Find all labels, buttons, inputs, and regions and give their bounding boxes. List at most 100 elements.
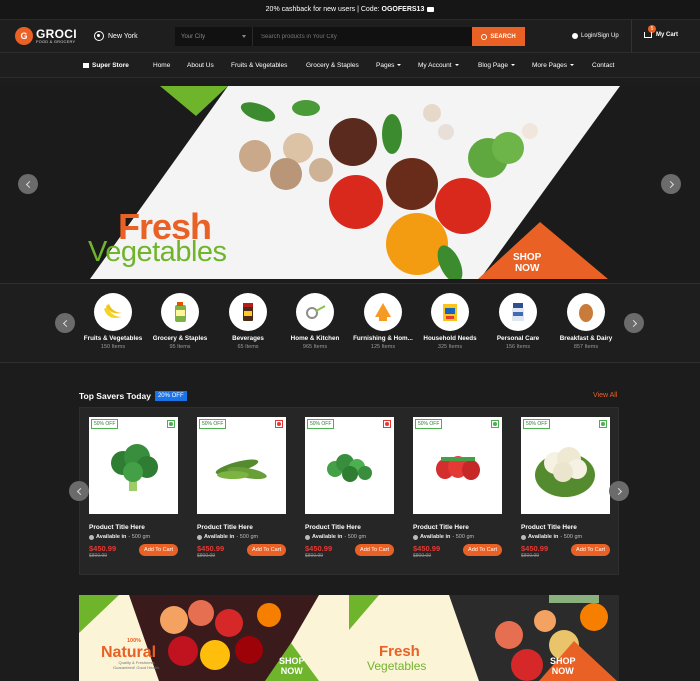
hero-slider: Fresh Vegetables SHOP NOW [0, 86, 700, 279]
product-image[interactable]: 50% OFF [89, 417, 178, 514]
product-image[interactable]: 50% OFF [197, 417, 286, 514]
cart-icon [644, 32, 652, 38]
product-discount-badge: 50% OFF [523, 419, 551, 429]
nav-more-pages[interactable]: More Pages [532, 62, 575, 69]
cart-button[interactable]: My Cart [644, 32, 678, 38]
product-availability: Available in - 500 gm [305, 534, 394, 540]
product-availability: Available in - 500 gm [197, 534, 286, 540]
category-grocery-staples[interactable]: Grocery & Staples 95 Items [145, 293, 215, 350]
promo-banner-natural[interactable]: 100% Natural Quality & Freshness Guarant… [79, 595, 349, 681]
availability-label: Available in [528, 534, 559, 540]
hero-shop-now-button[interactable]: SHOP NOW [513, 252, 541, 274]
section-title: Top Savers Today 20% OFF [79, 391, 187, 401]
product-card[interactable]: 50% OFF Product Title Here Available in -… [521, 417, 610, 559]
oil-bottle-icon [161, 293, 199, 331]
nav-pages[interactable]: Pages [376, 62, 402, 69]
login-link[interactable]: Login/Sign Up [572, 33, 619, 39]
search-button[interactable]: SEARCH [472, 27, 525, 46]
nav-grocery-staples[interactable]: Grocery & Staples [306, 62, 359, 69]
category-prev-arrow-icon[interactable] [55, 313, 75, 333]
add-to-cart-label: Add To Cart [576, 547, 605, 553]
product-price: $450.99 [197, 544, 225, 553]
location-label: New York [108, 32, 138, 40]
category-beverages[interactable]: Beverages 65 Items [213, 293, 283, 350]
product-image[interactable]: 50% OFF [413, 417, 502, 514]
add-to-cart-label: Add To Cart [468, 547, 497, 553]
category-count: 125 Items [370, 344, 396, 350]
product-availability: Available in - 500 gm [521, 534, 610, 540]
check-circle-icon [305, 534, 310, 540]
add-to-cart-button[interactable]: Add To Cart [571, 544, 610, 556]
products-prev-arrow-icon[interactable] [69, 481, 89, 501]
egg-icon [567, 293, 605, 331]
category-personal-care[interactable]: Personal Care 156 Items [483, 293, 553, 350]
divider [631, 20, 632, 53]
product-availability: Available in - 500 gm [413, 534, 502, 540]
nav-my-account[interactable]: My Account [418, 62, 459, 69]
availability-label: Available in [420, 534, 451, 540]
category-name: Fruits & Vegetables [83, 335, 143, 342]
coriander-image [327, 454, 372, 482]
nav-fruits-vegetables[interactable]: Fruits & Vegetables [231, 62, 287, 69]
product-card[interactable]: 50% OFF Product Title Here Available in -… [89, 417, 178, 559]
search-input[interactable] [253, 27, 472, 46]
banner-subtitle: Vegetables [367, 659, 427, 673]
nav-blog-label: Blog Page [478, 62, 508, 69]
banner-shop-now-button[interactable]: SHOP NOW [279, 656, 305, 676]
main-nav: Super Store Home About Us Fruits & Veget… [0, 53, 700, 78]
location-selector[interactable]: New York [94, 31, 138, 41]
category-breakfast-dairy[interactable]: Breakfast & Dairy 857 Items [551, 293, 621, 350]
logo-tagline: FOOD & GROCERY [36, 39, 76, 44]
nav-home[interactable]: Home [153, 62, 170, 69]
category-name: Breakfast & Dairy [559, 335, 613, 342]
add-to-cart-button[interactable]: Add To Cart [463, 544, 502, 556]
view-all-link[interactable]: View All [593, 392, 617, 399]
product-card[interactable]: 50% OFF Product Title Here Available in -… [305, 417, 394, 559]
nav-contact[interactable]: Contact [592, 62, 614, 69]
check-circle-icon [413, 534, 418, 540]
product-card[interactable]: 50% OFF Product Title Here Available in -… [413, 417, 502, 559]
category-next-arrow-icon[interactable] [624, 313, 644, 333]
veg-indicator-icon [599, 420, 607, 428]
add-to-cart-button[interactable]: Add To Cart [139, 544, 178, 556]
product-title[interactable]: Product Title Here [521, 524, 610, 531]
strawberries-image [436, 456, 480, 480]
product-old-price: $800.99 [197, 553, 216, 559]
product-title[interactable]: Product Title Here [413, 524, 502, 531]
city-select[interactable]: Your City [175, 27, 253, 46]
promo-banner-vegetables[interactable]: Fresh Vegetables SHOP NOW [349, 595, 619, 681]
product-title[interactable]: Product Title Here [197, 524, 286, 531]
category-fruits-vegetables[interactable]: Fruits & Vegetables 150 Items [78, 293, 148, 350]
hero-prev-arrow-icon[interactable] [18, 174, 38, 194]
product-title[interactable]: Product Title Here [89, 524, 178, 531]
hero-next-arrow-icon[interactable] [661, 174, 681, 194]
add-to-cart-button[interactable]: Add To Cart [355, 544, 394, 556]
detergent-pack-icon [431, 293, 469, 331]
product-title[interactable]: Product Title Here [305, 524, 394, 531]
products-next-arrow-icon[interactable] [609, 481, 629, 501]
category-household-needs[interactable]: Household Needs 325 Items [415, 293, 485, 350]
product-image[interactable]: 50% OFF [521, 417, 610, 514]
add-to-cart-label: Add To Cart [144, 547, 173, 553]
product-price: $450.99 [521, 544, 549, 553]
product-price: $450.99 [413, 544, 441, 553]
logo[interactable]: G GROCI FOOD & GROCERY [15, 27, 77, 45]
check-circle-icon [197, 534, 202, 540]
product-image[interactable]: 50% OFF [305, 417, 394, 514]
product-weight: - 500 gm [452, 534, 475, 540]
user-icon [572, 33, 578, 39]
nav-about[interactable]: About Us [187, 62, 214, 69]
product-weight: - 500 gm [236, 534, 259, 540]
category-furnishing-home[interactable]: Furnishing & Hom... 125 Items [348, 293, 418, 350]
category-name: Household Needs [423, 335, 477, 342]
banner-shop-now-button[interactable]: SHOP NOW [550, 656, 576, 676]
cauliflower-image [535, 447, 595, 497]
strainer-icon [296, 293, 334, 331]
category-home-kitchen[interactable]: Home & Kitchen 965 Items [280, 293, 350, 350]
location-pin-icon [94, 31, 104, 41]
nav-blog[interactable]: Blog Page [478, 62, 515, 69]
product-card[interactable]: 50% OFF Product Title Here Available in -… [197, 417, 286, 559]
add-to-cart-button[interactable]: Add To Cart [247, 544, 286, 556]
promo-text: 20% cashback for new users | Code: [265, 6, 380, 13]
nav-super-store[interactable]: Super Store [83, 62, 129, 69]
